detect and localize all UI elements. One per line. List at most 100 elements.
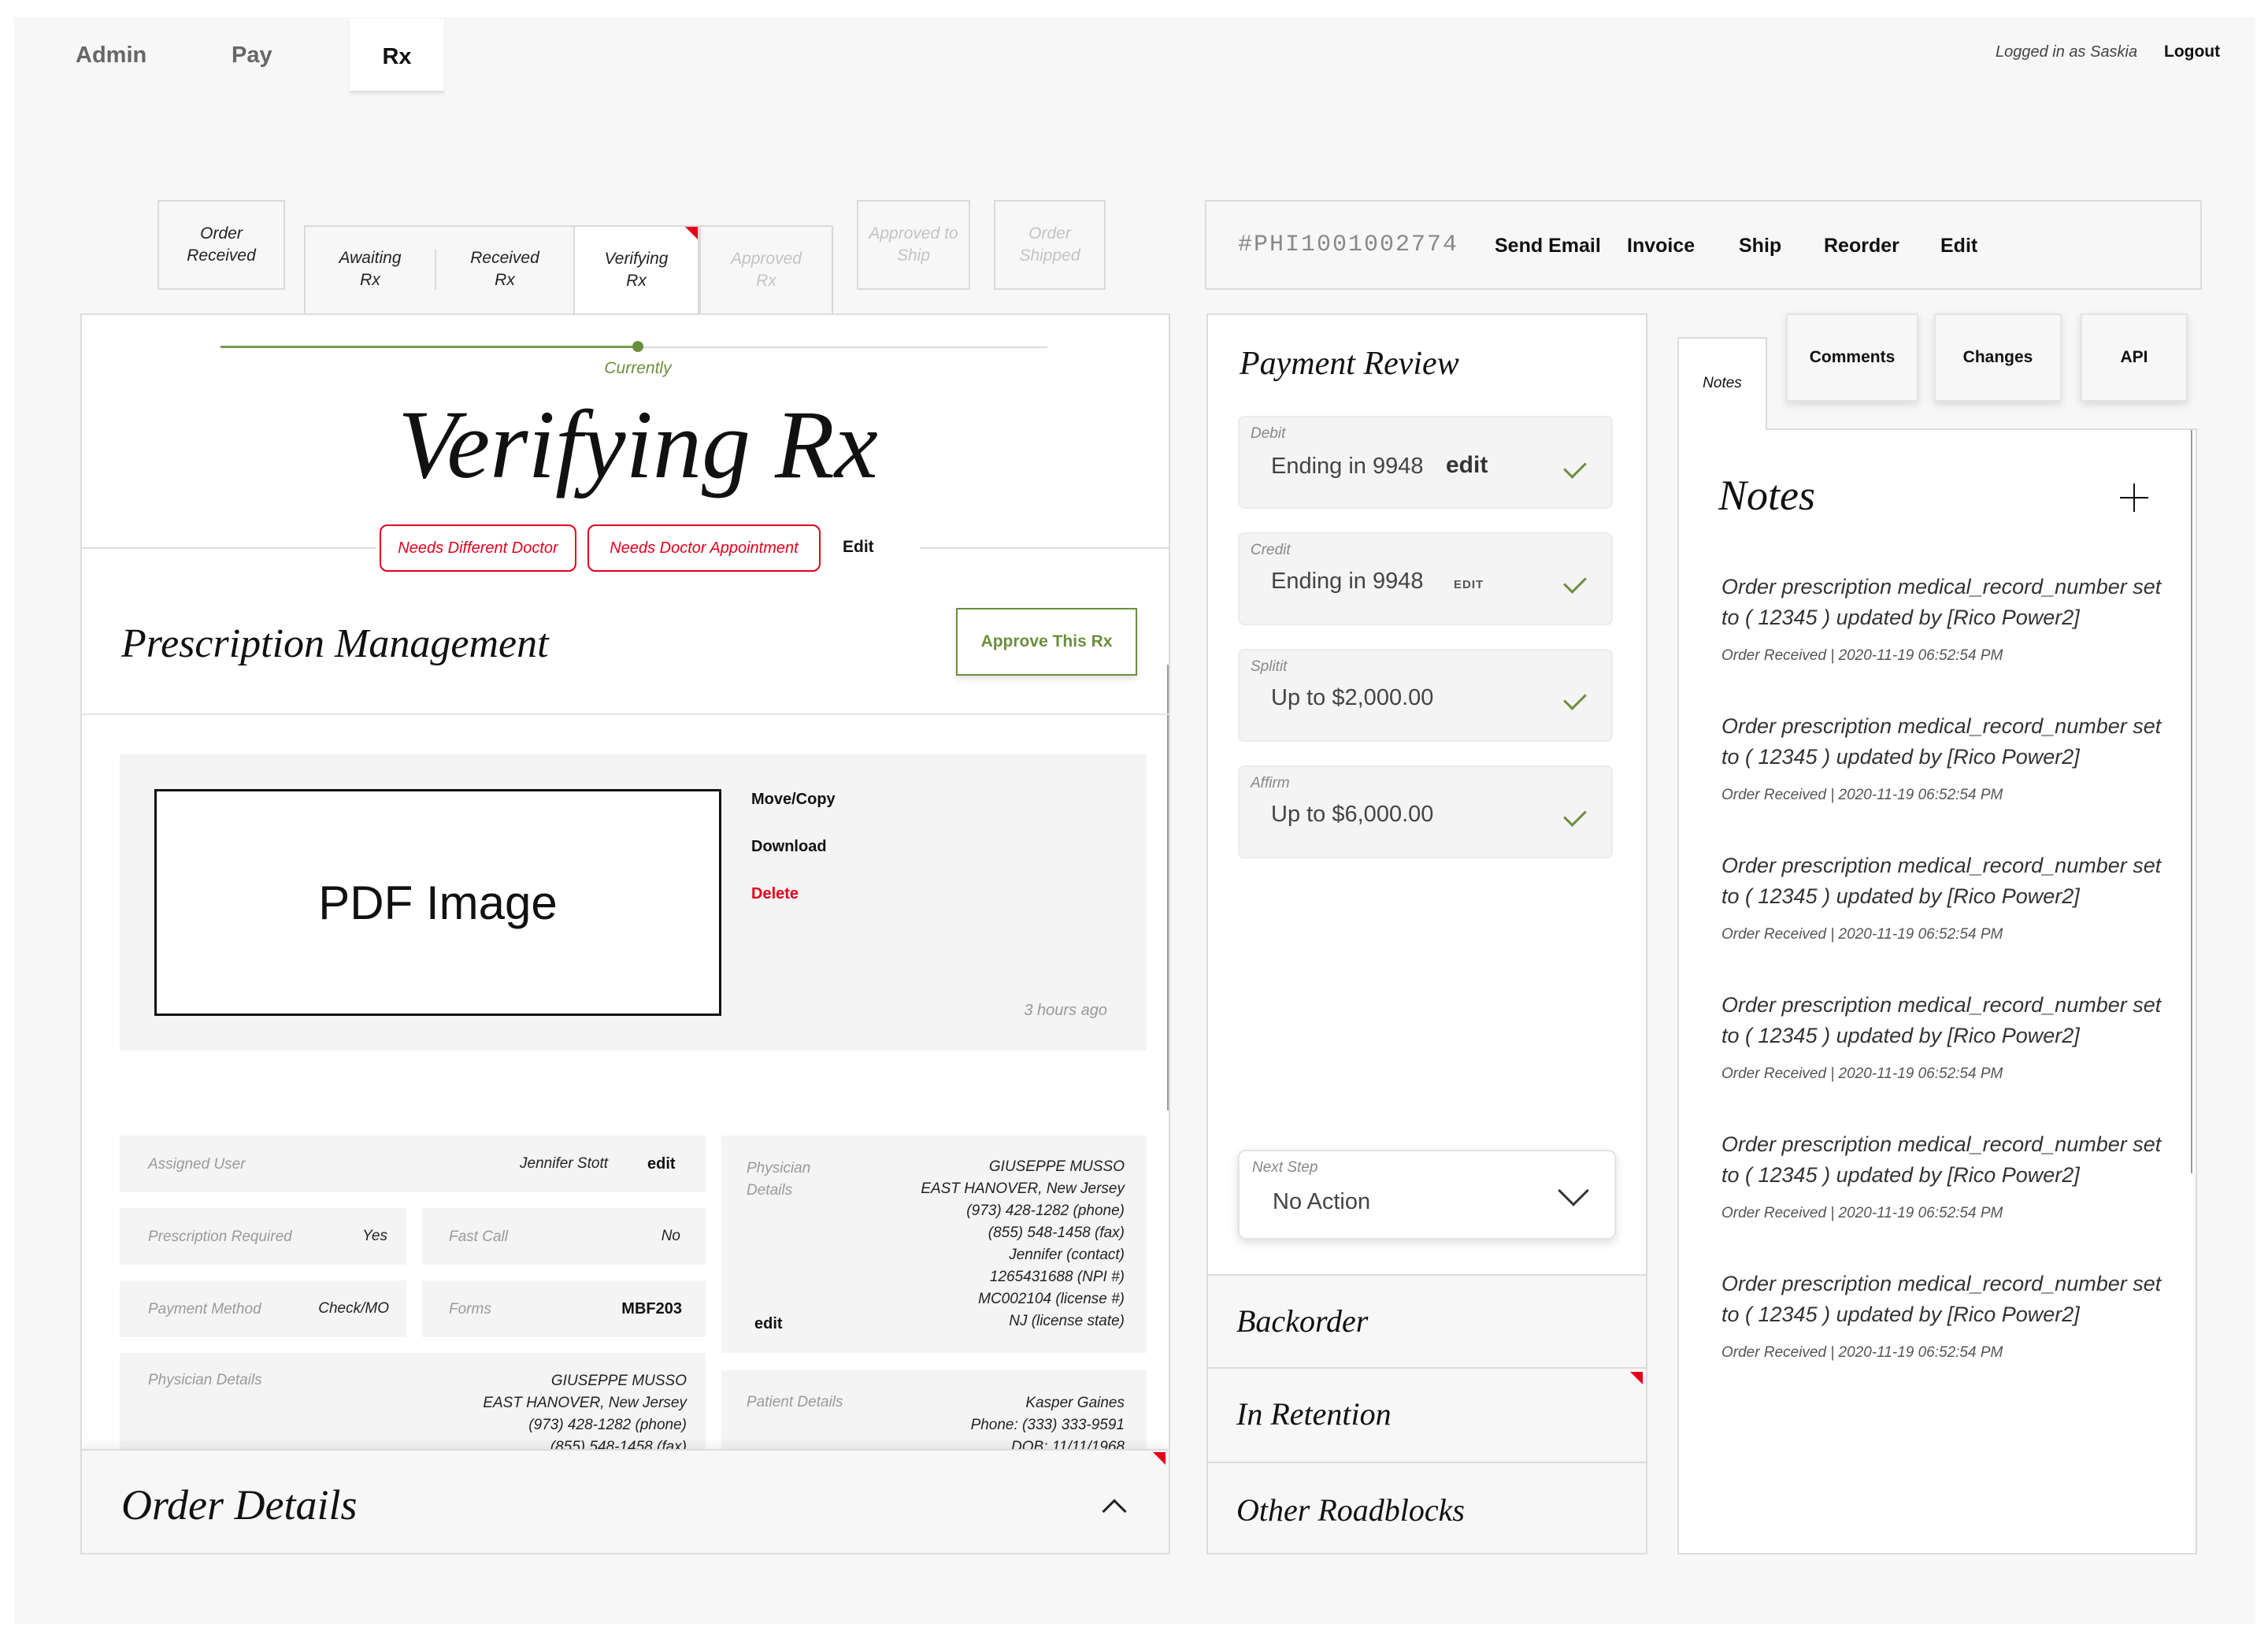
fast-call-cell: Fast Call No <box>422 1208 706 1265</box>
notes-panel: Notes Order prescription medical_record_… <box>1677 428 2197 1555</box>
backorder-section[interactable]: Backorder <box>1208 1274 1646 1367</box>
stage-verifying-rx[interactable]: Verifying Rx <box>573 225 699 317</box>
add-note-icon[interactable] <box>2120 484 2148 512</box>
payment-method-label: Payment Method <box>148 1301 261 1317</box>
chevron-down-icon[interactable] <box>1558 1175 1589 1206</box>
check-icon <box>1563 803 1587 827</box>
stage-order-received[interactable]: Order Received <box>158 200 285 290</box>
download-link[interactable]: Download <box>751 838 827 856</box>
detail-line: Kasper Gaines <box>1025 1395 1125 1411</box>
alert-flag-icon <box>685 227 698 239</box>
payment-credit-card[interactable]: Credit Ending in 9948 EDIT <box>1238 532 1613 625</box>
payment-affirm-card[interactable]: Affirm Up to $6,000.00 <box>1238 765 1613 858</box>
payment-splitit-card[interactable]: Splitit Up to $2,000.00 <box>1238 649 1613 742</box>
note-meta: Order Received | 2020-11-19 06:52:54 PM <box>1721 1344 2003 1361</box>
detail-line: Jennifer (contact) <box>1009 1247 1125 1263</box>
nav-tab-rx[interactable]: Rx <box>350 19 444 93</box>
stage-verifying-rx-label: Verifying Rx <box>604 250 669 290</box>
assigned-user-edit[interactable]: edit <box>647 1155 676 1173</box>
note-meta: Order Received | 2020-11-19 06:52:54 PM <box>1721 1205 2003 1221</box>
chevron-up-icon[interactable] <box>1102 1499 1127 1524</box>
forms-value: MBF203 <box>621 1300 682 1317</box>
order-id: #PHI1001002774 <box>1238 232 1459 258</box>
stage-order-shipped-label: Order Shipped <box>1019 224 1080 265</box>
other-roadblocks-section[interactable]: Other Roadblocks <box>1208 1462 1646 1553</box>
stage-approved-to-ship[interactable]: Approved to Ship <box>857 200 970 290</box>
nav-tab-rx-label: Rx <box>382 44 412 69</box>
ship-button[interactable]: Ship <box>1739 235 1781 258</box>
tab-comments[interactable]: Comments <box>1786 313 1918 402</box>
note-text: Order prescription medical_record_number… <box>1721 1272 2162 1326</box>
payment-method-cell: Payment Method Check/MO <box>120 1280 406 1337</box>
nav-tab-admin[interactable]: Admin <box>76 43 146 69</box>
note-text: Order prescription medical_record_number… <box>1721 1132 2162 1187</box>
debit-edit-link[interactable]: edit <box>1446 452 1488 479</box>
stage-received-rx-label: Received Rx <box>470 249 539 289</box>
detail-line: (973) 428-1282 (phone) <box>528 1417 687 1433</box>
stage-approved-rx[interactable]: Approved Rx <box>699 225 833 313</box>
next-step-select[interactable]: Next Step No Action <box>1238 1150 1616 1240</box>
pdf-preview[interactable]: PDF Image <box>154 789 721 1016</box>
approve-rx-button[interactable]: Approve This Rx <box>956 608 1137 676</box>
detail-line: (973) 428-1282 (phone) <box>966 1203 1125 1219</box>
affirm-value: Up to $6,000.00 <box>1271 802 1434 827</box>
payment-method-value: Check/MO <box>318 1300 389 1317</box>
send-email-button[interactable]: Send Email <box>1495 235 1601 258</box>
check-icon <box>1563 455 1587 479</box>
detail-line: EAST HANOVER, New Jersey <box>483 1395 687 1411</box>
next-step-label: Next Step <box>1252 1159 1318 1176</box>
stage-awaiting-rx[interactable]: Awaiting Rx <box>306 227 435 312</box>
forms-label: Forms <box>449 1301 491 1317</box>
in-retention-title: In Retention <box>1236 1396 1392 1432</box>
in-retention-section[interactable]: In Retention <box>1208 1367 1646 1462</box>
splitit-value: Up to $2,000.00 <box>1271 685 1434 710</box>
tab-notes[interactable]: Notes <box>1677 337 1767 430</box>
order-details-header[interactable]: Order Details <box>82 1449 1169 1553</box>
rx-main-panel: Currently Verifying Rx Needs Different D… <box>80 313 1170 1555</box>
physician-box-label: Physician Details <box>747 1160 811 1199</box>
nav-tab-pay[interactable]: Pay <box>232 43 272 69</box>
payment-review-title: Payment Review <box>1240 346 1459 382</box>
scrollbar[interactable] <box>1167 665 1169 1110</box>
pdf-card: PDF Image Move/Copy Download Delete 3 ho… <box>120 754 1147 1051</box>
detail-line: NJ (license state) <box>1009 1313 1125 1329</box>
alert-flag-icon <box>1630 1372 1643 1384</box>
fast-call-label: Fast Call <box>449 1228 508 1245</box>
notes-title: Notes <box>1718 472 1816 519</box>
move-copy-link[interactable]: Move/Copy <box>751 791 836 809</box>
physician-details-lines: GIUSEPPE MUSSO EAST HANOVER, New Jersey (9… <box>324 1370 687 1458</box>
tag-needs-doctor-appointment[interactable]: Needs Doctor Appointment <box>587 524 821 572</box>
logout-link[interactable]: Logout <box>2164 43 2220 61</box>
progress-line-pending <box>638 346 1047 348</box>
note-meta: Order Received | 2020-11-19 06:52:54 PM <box>1721 787 2003 803</box>
forms-cell: Forms MBF203 <box>422 1280 706 1337</box>
physician-box-lines: GIUSEPPE MUSSO EAST HANOVER, New Jersey (9… <box>839 1156 1125 1332</box>
reorder-button[interactable]: Reorder <box>1824 235 1899 258</box>
tab-changes[interactable]: Changes <box>1934 313 2062 402</box>
prescription-required-label: Prescription Required <box>148 1228 292 1245</box>
tag-needs-different-doctor[interactable]: Needs Different Doctor <box>380 524 576 572</box>
physician-edit-link[interactable]: edit <box>754 1315 783 1333</box>
progress-line-done <box>220 346 638 348</box>
physician-details-label: Physician Details <box>148 1372 262 1388</box>
invoice-button[interactable]: Invoice <box>1627 235 1695 258</box>
progress-dot <box>632 341 643 352</box>
edit-order-button[interactable]: Edit <box>1940 235 1977 258</box>
note-text: Order prescription medical_record_number… <box>1721 993 2162 1047</box>
tab-api[interactable]: API <box>2081 313 2188 402</box>
credit-edit-link[interactable]: EDIT <box>1454 578 1484 591</box>
note-text: Order prescription medical_record_number… <box>1721 575 2162 629</box>
time-ago: 3 hours ago <box>1024 1002 1107 1019</box>
tab-changes-label: Changes <box>1962 348 2033 366</box>
stage-awaiting-rx-label: Awaiting Rx <box>339 249 402 289</box>
status-edit-link[interactable]: Edit <box>843 538 874 557</box>
delete-link[interactable]: Delete <box>751 885 799 903</box>
notes-scrollbar[interactable] <box>2191 430 2192 1173</box>
detail-line: MC002104 (license #) <box>978 1291 1125 1307</box>
stage-order-shipped[interactable]: Order Shipped <box>994 200 1106 290</box>
order-header-bar: #PHI1001002774 Send Email Invoice Ship R… <box>1205 200 2202 290</box>
payment-debit-card[interactable]: Debit Ending in 9948 edit <box>1238 416 1613 509</box>
alert-flag-icon <box>1153 1452 1166 1465</box>
assigned-user-label: Assigned User <box>148 1156 246 1173</box>
stage-received-rx[interactable]: Received Rx <box>436 227 573 312</box>
